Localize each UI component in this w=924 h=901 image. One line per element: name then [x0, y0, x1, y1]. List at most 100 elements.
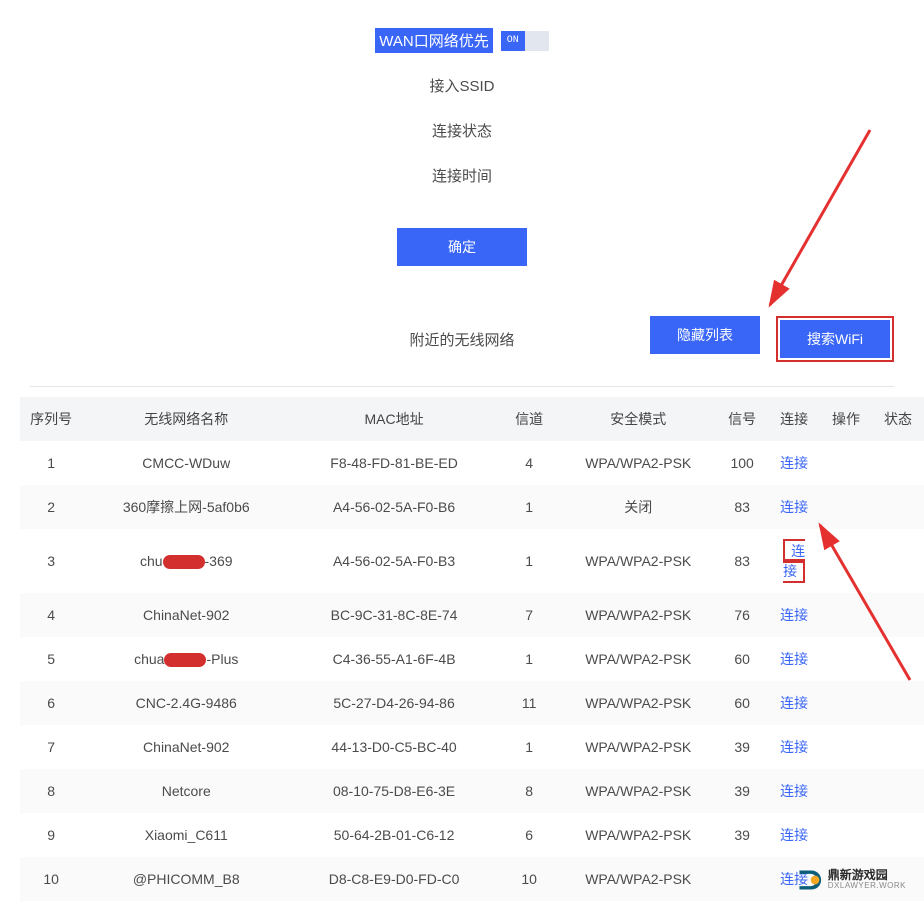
conn-status-label: 连接状态 — [432, 120, 492, 141]
col-connect: 连接 — [768, 397, 820, 441]
connect-link[interactable]: 连接 — [780, 827, 808, 843]
cell-status — [872, 441, 924, 485]
cell-channel: 1 — [498, 529, 560, 593]
settings-panel: WAN口网络优先 ON 接入SSID 连接状态 连接时间 确定 — [0, 0, 924, 296]
cell-security: WPA/WPA2-PSK — [560, 681, 716, 725]
cell-security: WPA/WPA2-PSK — [560, 769, 716, 813]
confirm-button[interactable]: 确定 — [397, 228, 527, 266]
cell-channel: 1 — [498, 485, 560, 529]
cell-signal: 83 — [716, 485, 768, 529]
cell-status — [872, 529, 924, 593]
connect-link[interactable]: 连接 — [780, 695, 808, 711]
cell-security: 关闭 — [560, 485, 716, 529]
cell-signal: 60 — [716, 681, 768, 725]
cell-index: 3 — [20, 529, 82, 593]
cell-operate — [820, 441, 872, 485]
cell-index: 8 — [20, 769, 82, 813]
cell-index: 10 — [20, 857, 82, 901]
cell-channel: 1 — [498, 725, 560, 769]
cell-name: CNC-2.4G-9486 — [82, 681, 290, 725]
cell-mac: 44-13-D0-C5-BC-40 — [290, 725, 498, 769]
table-row: 2360摩擦上网-5af0b6A4-56-02-5A-F0-B61关闭83 连接 — [20, 485, 924, 529]
search-wifi-button[interactable]: 搜索WiFi — [780, 320, 890, 358]
cell-name: ChinaNet-902 — [82, 593, 290, 637]
connect-link[interactable]: 连接 — [780, 499, 808, 515]
cell-connect: 连接 — [768, 769, 820, 813]
cell-index: 1 — [20, 441, 82, 485]
cell-connect: 连接 — [768, 813, 820, 857]
table-row: 4ChinaNet-902BC-9C-31-8C-8E-747WPA/WPA2-… — [20, 593, 924, 637]
cell-connect: 连接 — [768, 681, 820, 725]
cell-signal: 83 — [716, 529, 768, 593]
cell-mac: BC-9C-31-8C-8E-74 — [290, 593, 498, 637]
cell-operate — [820, 769, 872, 813]
col-security: 安全模式 — [560, 397, 716, 441]
wan-priority-toggle[interactable]: ON — [501, 31, 549, 51]
table-row: 9Xiaomi_C61150-64-2B-01-C6-126WPA/WPA2-P… — [20, 813, 924, 857]
conn-status-row: 连接状态 — [0, 108, 924, 153]
connect-link[interactable]: 连接 — [780, 651, 808, 667]
connect-link[interactable]: 连接 — [783, 539, 805, 583]
cell-index: 7 — [20, 725, 82, 769]
cell-mac: 50-64-2B-01-C6-12 — [290, 813, 498, 857]
cell-name: Xiaomi_C611 — [82, 813, 290, 857]
wan-priority-label: WAN口网络优先 — [375, 28, 492, 53]
watermark: 鼎新游戏园 DXLAWYER.WORK — [796, 867, 906, 893]
cell-status — [872, 485, 924, 529]
col-name: 无线网络名称 — [82, 397, 290, 441]
cell-channel: 4 — [498, 441, 560, 485]
cell-channel: 1 — [498, 637, 560, 681]
cell-operate — [820, 681, 872, 725]
col-status: 状态 — [872, 397, 924, 441]
cell-signal: 39 — [716, 725, 768, 769]
cell-operate — [820, 529, 872, 593]
cell-index: 6 — [20, 681, 82, 725]
cell-channel: 6 — [498, 813, 560, 857]
cell-connect: 连接 — [768, 637, 820, 681]
cell-operate — [820, 813, 872, 857]
cell-signal: 39 — [716, 769, 768, 813]
table-header-row: 序列号 无线网络名称 MAC地址 信道 安全模式 信号 连接 操作 状态 — [20, 397, 924, 441]
cell-security: WPA/WPA2-PSK — [560, 857, 716, 901]
cell-signal — [716, 857, 768, 901]
cell-security: WPA/WPA2-PSK — [560, 637, 716, 681]
search-wifi-highlight: 搜索WiFi — [776, 316, 894, 362]
cell-connect: 连接 — [768, 725, 820, 769]
table-row: 10@PHICOMM_B8D8-C8-E9-D0-FD-C010WPA/WPA2… — [20, 857, 924, 901]
connect-link[interactable]: 连接 — [780, 607, 808, 623]
conn-time-label: 连接时间 — [432, 165, 492, 186]
cell-index: 9 — [20, 813, 82, 857]
cell-mac: C4-36-55-A1-6F-4B — [290, 637, 498, 681]
list-header: 附近的无线网络 隐藏列表 搜索WiFi — [0, 296, 924, 382]
cell-signal: 100 — [716, 441, 768, 485]
cell-index: 2 — [20, 485, 82, 529]
cell-name: 360摩擦上网-5af0b6 — [82, 485, 290, 529]
ssid-label: 接入SSID — [429, 75, 494, 96]
cell-status — [872, 813, 924, 857]
cell-name: ChinaNet-902 — [82, 725, 290, 769]
divider — [30, 386, 894, 387]
cell-connect: 连接 — [768, 529, 820, 593]
cell-index: 4 — [20, 593, 82, 637]
table-row: 6CNC-2.4G-94865C-27-D4-26-94-8611WPA/WPA… — [20, 681, 924, 725]
cell-name: Netcore — [82, 769, 290, 813]
col-channel: 信道 — [498, 397, 560, 441]
cell-connect: 连接 — [768, 441, 820, 485]
cell-mac: A4-56-02-5A-F0-B6 — [290, 485, 498, 529]
wifi-table: 序列号 无线网络名称 MAC地址 信道 安全模式 信号 连接 操作 状态 1CM… — [20, 397, 924, 901]
ssid-row: 接入SSID — [0, 63, 924, 108]
hide-list-button[interactable]: 隐藏列表 — [650, 316, 760, 354]
cell-signal: 76 — [716, 593, 768, 637]
col-mac: MAC地址 — [290, 397, 498, 441]
connect-link[interactable]: 连接 — [780, 739, 808, 755]
connect-link[interactable]: 连接 — [780, 455, 808, 471]
table-row: 5chua-PlusC4-36-55-A1-6F-4B1WPA/WPA2-PSK… — [20, 637, 924, 681]
watermark-icon — [796, 867, 822, 893]
table-row: 8Netcore08-10-75-D8-E6-3E8WPA/WPA2-PSK39… — [20, 769, 924, 813]
watermark-sub: DXLAWYER.WORK — [828, 882, 906, 891]
connect-link[interactable]: 连接 — [780, 783, 808, 799]
cell-index: 5 — [20, 637, 82, 681]
nearby-networks-title: 附近的无线网络 — [409, 329, 514, 350]
table-row: 1CMCC-WDuwF8-48-FD-81-BE-ED4WPA/WPA2-PSK… — [20, 441, 924, 485]
col-signal: 信号 — [716, 397, 768, 441]
